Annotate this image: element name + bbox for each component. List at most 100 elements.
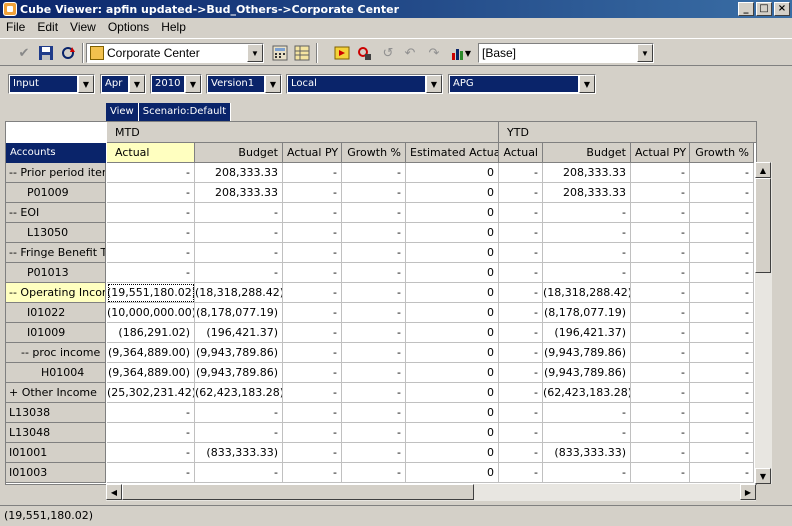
grid-cell[interactable]: - (690, 223, 754, 243)
grid-cell[interactable]: - (342, 163, 406, 183)
dim-version[interactable]: Version1 ▼ (206, 74, 282, 94)
grid-cell[interactable]: 0 (406, 243, 499, 263)
grid-cell[interactable]: - (283, 303, 342, 323)
chevron-down-icon[interactable]: ▼ (265, 75, 281, 93)
grid-cell[interactable]: - (631, 163, 690, 183)
menu-view[interactable]: View (64, 20, 102, 34)
grid-cell[interactable]: - (543, 463, 631, 483)
row-header[interactable]: -- Fringe Benefit Tax (6, 243, 106, 263)
grid-cell[interactable]: (19,551,180.02) (107, 283, 195, 303)
row-header[interactable]: L13038 (6, 403, 106, 423)
grid-cell[interactable]: (8,178,077.19) (543, 303, 631, 323)
dim-input[interactable]: Input ▼ (8, 74, 95, 94)
accounts-header[interactable]: Accounts (6, 143, 106, 163)
grid-cell[interactable]: - (283, 223, 342, 243)
grid-cell[interactable]: - (107, 203, 195, 223)
grid-cell[interactable]: 208,333.33 (195, 183, 283, 203)
grid-cell[interactable]: - (631, 243, 690, 263)
horizontal-scrollbar[interactable]: ◀ ▶ (106, 484, 756, 501)
grid-cell[interactable]: (10,000,000.00) (107, 303, 195, 323)
grid-cell[interactable]: - (283, 163, 342, 183)
grid-cell[interactable]: - (690, 343, 754, 363)
chevron-down-icon[interactable]: ▼ (579, 75, 595, 93)
grid-cell[interactable]: (196,421.37) (195, 323, 283, 343)
grid-cell[interactable]: - (342, 283, 406, 303)
grid-cell[interactable]: - (283, 403, 342, 423)
grid-cell[interactable]: 0 (406, 423, 499, 443)
grid-cell[interactable]: (9,943,789.86) (195, 343, 283, 363)
grid-cell[interactable]: - (195, 463, 283, 483)
row-header[interactable]: H01004 (6, 363, 106, 383)
grid-cell[interactable]: - (283, 203, 342, 223)
grid-cell[interactable]: - (342, 463, 406, 483)
grid-cell[interactable]: - (283, 343, 342, 363)
grid-cell[interactable]: - (631, 343, 690, 363)
grid-cell[interactable]: - (543, 263, 631, 283)
grid-cell[interactable]: - (342, 423, 406, 443)
row-header[interactable]: P01009 (6, 183, 106, 203)
maximize-button[interactable]: □ (756, 2, 772, 16)
grid-cell[interactable]: (196,421.37) (543, 323, 631, 343)
row-header[interactable]: I01003 (6, 463, 106, 483)
grid-cell[interactable]: (833,333.33) (543, 443, 631, 463)
grid-cell[interactable]: 0 (406, 443, 499, 463)
grid-cell[interactable]: (9,364,889.00) (107, 343, 195, 363)
grid-cell[interactable]: - (342, 263, 406, 283)
grid-cell[interactable]: - (690, 463, 754, 483)
grid-cell[interactable]: - (342, 223, 406, 243)
scroll-left-icon[interactable]: ◀ (106, 484, 122, 500)
grid-cell[interactable]: 0 (406, 323, 499, 343)
grid-cell[interactable]: (9,943,789.86) (543, 363, 631, 383)
grid-cell[interactable]: - (499, 363, 543, 383)
scroll-right-icon[interactable]: ▶ (740, 484, 756, 500)
row-header[interactable]: + Other Income (6, 383, 106, 403)
grid-cell[interactable]: - (107, 263, 195, 283)
grid-cell[interactable]: - (283, 323, 342, 343)
lock-icon[interactable] (354, 43, 374, 63)
grid-cell[interactable]: (62,423,183.28) (195, 383, 283, 403)
grid-cell[interactable]: - (283, 263, 342, 283)
run-icon[interactable] (332, 43, 352, 63)
col-header-ytd-actual-py[interactable]: Actual PY (631, 143, 690, 163)
grid-cell[interactable]: - (499, 403, 543, 423)
grid-cell[interactable]: 0 (406, 283, 499, 303)
grid-cell[interactable]: 208,333.33 (543, 183, 631, 203)
grid-cell[interactable]: - (499, 283, 543, 303)
save-icon[interactable] (36, 43, 56, 63)
grid-cell[interactable]: - (342, 403, 406, 423)
grid-cell[interactable]: 0 (406, 183, 499, 203)
grid-cell[interactable]: - (195, 243, 283, 263)
grid-cell[interactable]: (18,318,288.42) (543, 283, 631, 303)
grid-cell[interactable]: - (631, 323, 690, 343)
chevron-down-icon[interactable]: ▼ (78, 75, 94, 93)
grid-cell[interactable]: - (631, 283, 690, 303)
dim-entity[interactable]: APG ▼ (448, 74, 596, 94)
dim-year[interactable]: 2010 ▼ (150, 74, 202, 94)
grid-cell[interactable]: - (690, 243, 754, 263)
grid-cell[interactable]: - (631, 463, 690, 483)
grid-cell[interactable]: - (543, 423, 631, 443)
row-header[interactable]: -- proc income (6, 343, 106, 363)
grid-cell[interactable]: 0 (406, 343, 499, 363)
grid-cell[interactable]: 208,333.33 (543, 163, 631, 183)
entity-combo[interactable]: Corporate Center ▼ (86, 43, 264, 63)
grid-cell[interactable]: - (543, 243, 631, 263)
grid-cell[interactable]: 208,333.33 (195, 163, 283, 183)
scroll-down-icon[interactable]: ▼ (755, 468, 771, 484)
row-header[interactable]: P01013 (6, 263, 106, 283)
scenario-combo[interactable]: [Base] ▼ (478, 43, 654, 63)
col-header-mtd-budget[interactable]: Budget (195, 143, 283, 163)
group-ytd[interactable]: YTD (499, 122, 756, 143)
grid-cell[interactable]: - (543, 223, 631, 243)
grid-cell[interactable]: - (499, 243, 543, 263)
row-header[interactable]: L13048 (6, 423, 106, 443)
menu-edit[interactable]: Edit (31, 20, 64, 34)
grid-cell[interactable]: - (195, 423, 283, 443)
grid-cell[interactable]: - (283, 243, 342, 263)
grid-cell[interactable]: - (543, 203, 631, 223)
grid-cell[interactable]: - (690, 403, 754, 423)
dim-currency[interactable]: Local ▼ (286, 74, 443, 94)
grid-cell[interactable]: - (342, 183, 406, 203)
refresh-icon[interactable] (58, 43, 78, 63)
col-header-mtd-growth[interactable]: Growth % (342, 143, 406, 163)
